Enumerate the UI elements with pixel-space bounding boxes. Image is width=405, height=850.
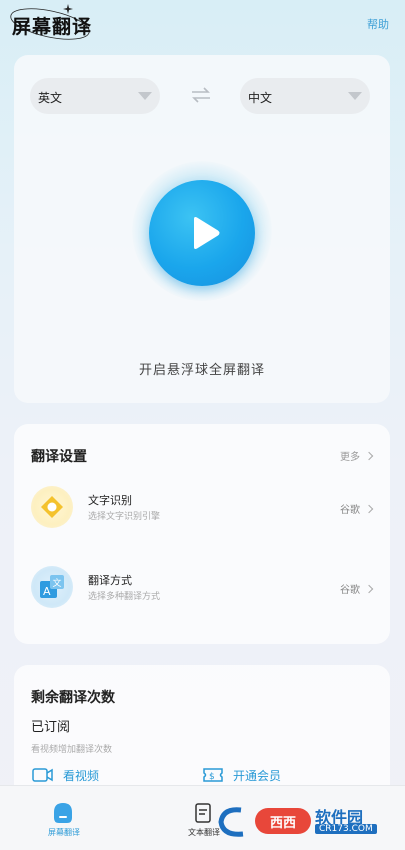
translate-card: 英文 中文 开启悬浮球全屏翻译 <box>14 55 390 403</box>
watermark-badge-text: 西西 <box>269 816 296 831</box>
swap-languages-icon[interactable] <box>190 87 212 103</box>
chevron-down-icon <box>138 92 152 100</box>
watermark-badge: 西西 <box>255 808 311 834</box>
target-language-select[interactable]: 中文 <box>240 78 370 114</box>
tab-label: 屏幕翻译 <box>48 828 80 837</box>
quota-title: 剩余翻译次数 <box>31 690 115 706</box>
setting-row-ocr[interactable]: 文字识别 选择文字识别引擎 谷歌 <box>14 476 390 536</box>
play-icon <box>194 217 220 249</box>
membership-icon: $ <box>203 768 223 782</box>
target-language-label: 中文 <box>248 91 273 105</box>
chevron-right-icon <box>364 451 374 461</box>
chevron-down-icon <box>348 92 362 100</box>
setting-subtitle: 选择文字识别引擎 <box>88 512 161 522</box>
quota-hint: 看视频增加翻译次数 <box>31 745 113 755</box>
svg-text:$: $ <box>209 772 215 782</box>
watch-video-label: 看视频 <box>63 769 100 783</box>
subscription-status: 已订阅 <box>31 720 71 735</box>
chevron-right-icon <box>364 584 374 594</box>
translate-settings-card: 翻译设置 更多 文字识别 选择文字识别引擎 谷歌 A 文 翻译方式 选择多种翻译… <box>14 424 390 644</box>
chevron-right-icon <box>364 504 374 514</box>
screen-translate-icon <box>54 803 72 823</box>
setting-title: 文字识别 <box>88 494 132 507</box>
source-language-label: 英文 <box>38 91 63 105</box>
watermark-url: CR173.COM <box>315 824 377 834</box>
translate-method-icon: A 文 <box>31 566 73 608</box>
start-floating-ball-button[interactable] <box>149 180 255 286</box>
settings-more-link[interactable]: 更多 <box>340 448 374 463</box>
site-watermark: 西西 软件园 CR173.COM <box>215 800 391 840</box>
app-header: 屏幕翻译 帮助 <box>0 0 405 48</box>
help-link[interactable]: 帮助 <box>367 16 389 32</box>
video-icon <box>32 768 53 782</box>
setting-value-text: 谷歌 <box>340 585 360 596</box>
ocr-icon <box>31 486 73 528</box>
setting-value: 谷歌 <box>340 581 374 596</box>
source-language-select[interactable]: 英文 <box>30 78 160 114</box>
svg-text:文: 文 <box>53 577 62 589</box>
settings-title: 翻译设置 <box>31 449 87 465</box>
remaining-quota-card: 剩余翻译次数 已订阅 看视频增加翻译次数 看视频 $ 开通会员 <box>14 665 390 805</box>
more-label: 更多 <box>340 452 360 463</box>
start-label: 开启悬浮球全屏翻译 <box>138 363 265 378</box>
svg-text:A: A <box>43 585 51 598</box>
setting-subtitle: 选择多种翻译方式 <box>88 592 161 602</box>
open-membership-label: 开通会员 <box>233 769 282 783</box>
setting-value: 谷歌 <box>340 501 374 516</box>
app-title: 屏幕翻译 <box>12 16 93 38</box>
tab-screen-translate[interactable]: 屏幕翻译 <box>24 796 104 846</box>
setting-row-translate-method[interactable]: A 文 翻译方式 选择多种翻译方式 谷歌 <box>14 556 390 616</box>
setting-title: 翻译方式 <box>88 574 132 587</box>
text-translate-icon <box>195 803 211 823</box>
setting-value-text: 谷歌 <box>340 505 360 516</box>
